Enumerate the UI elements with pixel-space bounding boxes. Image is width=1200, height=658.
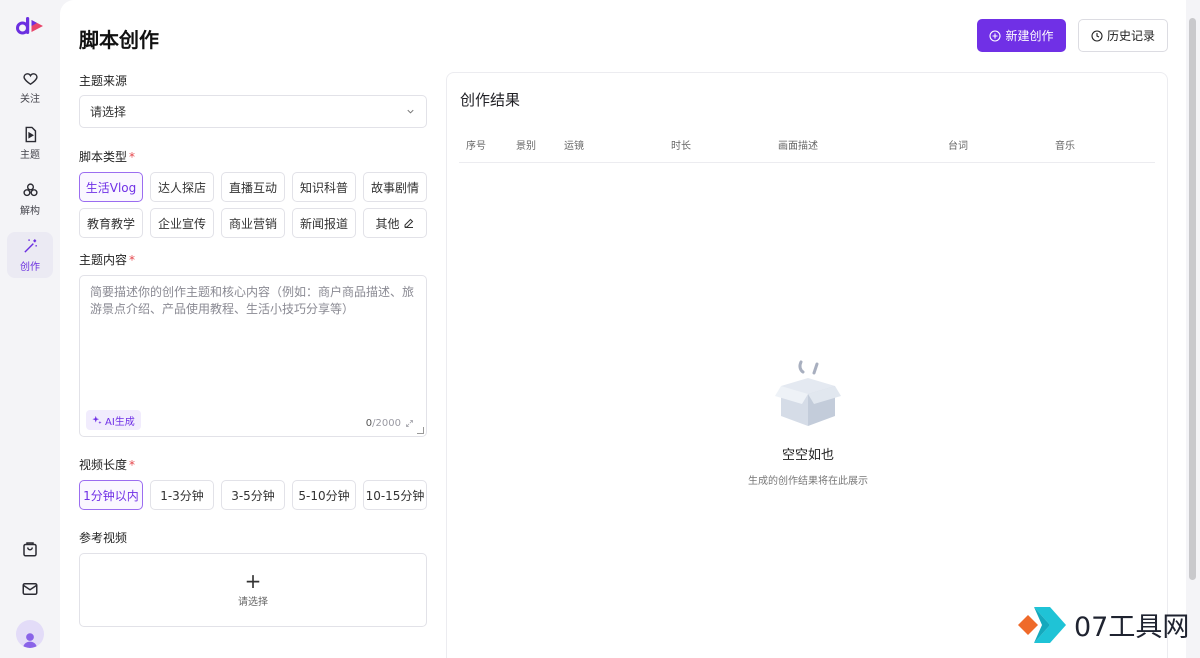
main-panel: 脚本创作 新建创作 历史记录 主题来源 请选择 脚本类型 * 生活Vlog 达人探… [60, 0, 1186, 658]
ai-generate-button[interactable]: AI生成 [86, 410, 141, 430]
sidebar: 关注 主题 解构 创作 [0, 0, 60, 658]
clock-icon [1091, 29, 1103, 42]
duration-options: 1分钟以内 1-3分钟 3-5分钟 5-10分钟 10-15分钟 [79, 480, 427, 510]
result-panel: 创作结果 序号 景别 运镜 时长 画面描述 台词 音乐 空空如也 生成的创作结果… [446, 72, 1168, 658]
duration-10-15[interactable]: 10-15分钟 [363, 480, 427, 510]
script-type-other-label: 其他 [375, 216, 400, 231]
script-type-label: 脚本类型 * [79, 150, 136, 164]
required-mark: * [129, 253, 136, 267]
result-table-header: 序号 景别 运镜 时长 画面描述 台词 音乐 [459, 129, 1155, 163]
duration-3-5[interactable]: 3-5分钟 [221, 480, 285, 510]
plus-circle-icon [989, 29, 1002, 42]
column-header: 序号 [466, 141, 486, 152]
result-title: 创作结果 [460, 91, 521, 109]
reference-upload-label: 请选择 [238, 597, 268, 608]
source-label: 主题来源 [79, 74, 128, 88]
column-header: 画面描述 [778, 141, 818, 152]
empty-subtitle: 生成的创作结果将在此展示 [748, 476, 868, 487]
new-creation-label: 新建创作 [1005, 29, 1054, 43]
duration-under-1[interactable]: 1分钟以内 [79, 480, 143, 510]
reference-label: 参考视频 [79, 531, 128, 545]
watermark: 07工具网 [1010, 597, 1200, 652]
sidebar-item-label: 关注 [20, 93, 40, 105]
column-header: 景别 [516, 141, 536, 152]
script-type-story[interactable]: 故事剧情 [363, 172, 427, 202]
sidebar-item-follow[interactable]: 关注 [7, 64, 53, 110]
script-type-shop-visit[interactable]: 达人探店 [150, 172, 214, 202]
expand-icon[interactable] [405, 419, 414, 428]
script-type-live[interactable]: 直播互动 [221, 172, 285, 202]
sidebar-bottom [16, 540, 44, 648]
doc-play-icon [25, 126, 36, 142]
plus-icon: + [244, 569, 262, 593]
shopping-bag-icon[interactable] [21, 540, 39, 558]
page-title: 脚本创作 [79, 28, 159, 52]
heart-icon [22, 72, 38, 85]
ai-generate-label: AI生成 [105, 416, 135, 428]
char-max: /2000 [372, 418, 401, 429]
script-type-marketing[interactable]: 商业营销 [221, 208, 285, 238]
mail-icon[interactable] [21, 580, 39, 598]
deconstruct-icon [22, 182, 38, 196]
column-header: 台词 [948, 141, 968, 152]
content-label: 主题内容 * [79, 253, 136, 267]
magic-wand-icon [23, 238, 37, 253]
history-label: 历史记录 [1106, 29, 1155, 43]
source-select-value: 请选择 [90, 105, 127, 119]
required-mark: * [129, 458, 136, 472]
script-type-vlog[interactable]: 生活Vlog [79, 172, 143, 202]
script-type-science[interactable]: 知识科普 [292, 172, 356, 202]
avatar[interactable] [16, 620, 44, 648]
creation-form: 主题来源 请选择 脚本类型 * 生活Vlog 达人探店 直播互动 知识科普 故事剧… [79, 72, 427, 627]
sidebar-item-create[interactable]: 创作 [7, 232, 53, 278]
content-textarea-box: AI生成 0/2000 [79, 275, 427, 437]
sidebar-item-deconstruct[interactable]: 解构 [7, 176, 53, 222]
column-header: 音乐 [1055, 141, 1075, 152]
script-type-corporate[interactable]: 企业宣传 [150, 208, 214, 238]
required-mark: * [129, 150, 136, 164]
content-textarea[interactable] [80, 276, 426, 396]
scrollbar[interactable] [1189, 18, 1196, 580]
column-header: 运镜 [564, 141, 584, 152]
source-select[interactable]: 请选择 [79, 95, 427, 128]
sparkle-icon [92, 415, 102, 425]
column-header: 时长 [671, 141, 691, 152]
sidebar-item-label: 创作 [20, 261, 40, 273]
watermark-logo-icon [1018, 606, 1066, 643]
script-type-news[interactable]: 新闻报道 [292, 208, 356, 238]
new-creation-button[interactable]: 新建创作 [977, 19, 1066, 52]
sidebar-nav: 关注 主题 解构 创作 [7, 64, 53, 278]
duration-5-10[interactable]: 5-10分钟 [292, 480, 356, 510]
sidebar-item-topic[interactable]: 主题 [7, 120, 53, 166]
script-type-education[interactable]: 教育教学 [79, 208, 143, 238]
script-type-options: 生活Vlog 达人探店 直播互动 知识科普 故事剧情 教育教学 企业宣传 商业营… [79, 172, 427, 238]
user-avatar-icon [22, 633, 38, 648]
empty-box-icon [775, 360, 841, 426]
sidebar-item-label: 解构 [20, 205, 40, 217]
duration-1-3[interactable]: 1-3分钟 [150, 480, 214, 510]
char-counter: 0/2000 [366, 418, 414, 429]
history-button[interactable]: 历史记录 [1078, 19, 1168, 52]
chevron-down-icon [407, 109, 414, 114]
resize-handle[interactable] [417, 427, 424, 434]
duration-label: 视频长度 * [79, 458, 136, 472]
pencil-icon [404, 218, 413, 228]
reference-upload[interactable]: + 请选择 [79, 553, 427, 627]
empty-state: 空空如也 生成的创作结果将在此展示 [447, 358, 1169, 487]
sidebar-item-label: 主题 [20, 149, 40, 161]
script-type-other[interactable]: 其他 [363, 208, 427, 238]
watermark-text: 07工具网 [1074, 612, 1190, 643]
app-logo[interactable] [16, 14, 44, 38]
empty-title: 空空如也 [781, 448, 834, 463]
